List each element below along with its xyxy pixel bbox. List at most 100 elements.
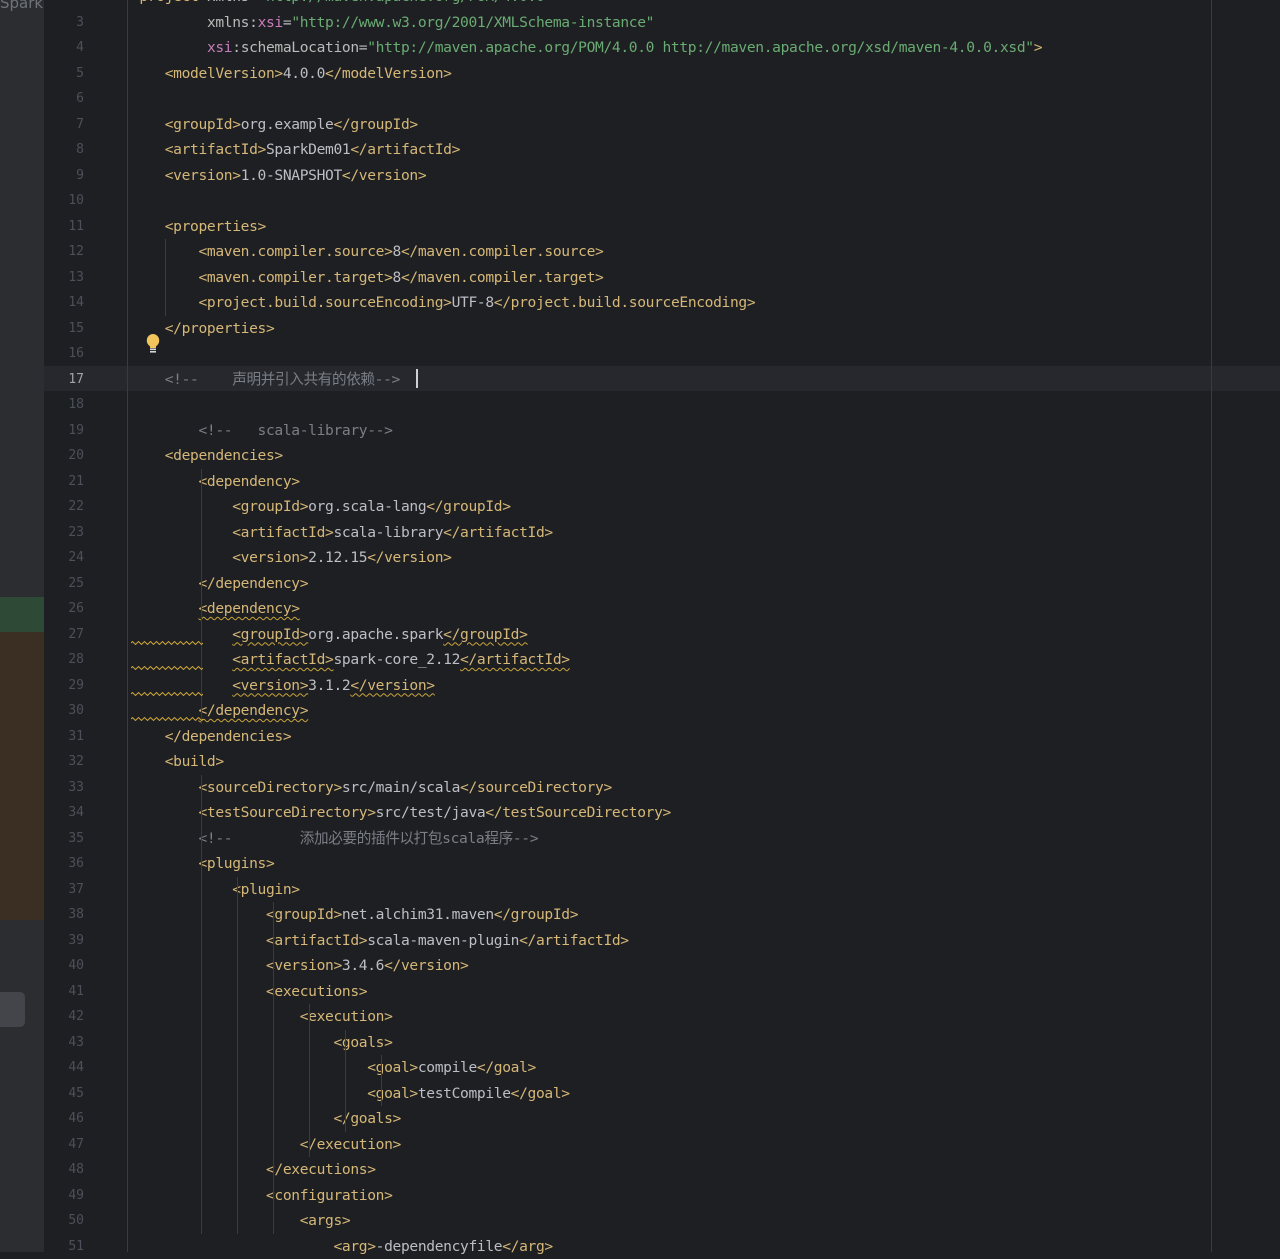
line-number[interactable]: 5 — [44, 61, 84, 86]
line-number[interactable]: 41 — [44, 979, 84, 1004]
line-number[interactable]: 9 — [44, 163, 84, 188]
code-line[interactable]: <dependencies> — [131, 443, 283, 468]
code-token: </execution> — [299, 1135, 402, 1153]
line-number[interactable]: 20 — [44, 443, 84, 468]
line-number[interactable]: 4 — [44, 35, 84, 60]
code-line[interactable]: <properties> — [131, 214, 267, 239]
code-line[interactable]: <dependency> — [131, 596, 301, 621]
line-number[interactable]: 34 — [44, 800, 84, 825]
code-token: <dependencies> — [164, 447, 283, 464]
line-number[interactable]: 21 — [44, 469, 84, 494]
line-number[interactable]: 43 — [44, 1030, 84, 1055]
code-token: <artifactId> — [232, 523, 334, 541]
code-token: </maven.compiler.target> — [400, 268, 604, 286]
code-line[interactable]: <plugins> — [131, 851, 275, 876]
line-number[interactable]: 23 — [44, 520, 84, 545]
code-line[interactable]: <!-- scala-library--> — [131, 418, 393, 443]
line-number[interactable]: 36 — [44, 851, 84, 876]
code-line[interactable]: <maven.compiler.target>8</maven.compiler… — [131, 265, 604, 290]
line-number[interactable]: 30 — [44, 698, 84, 723]
line-number[interactable]: 13 — [44, 265, 84, 290]
line-number[interactable]: 16 — [44, 341, 84, 366]
line-number[interactable]: 3 — [44, 10, 84, 35]
code-line[interactable]: <goals> — [131, 1030, 392, 1055]
line-number[interactable]: 51 — [44, 1234, 84, 1259]
intention-bulb-icon[interactable] — [145, 333, 161, 355]
line-number[interactable]: 8 — [44, 137, 84, 162]
code-line[interactable]: </goals> — [131, 1106, 401, 1131]
line-number[interactable]: 17 — [44, 367, 84, 392]
line-number[interactable]: 47 — [44, 1132, 84, 1157]
line-number[interactable]: 26 — [44, 596, 84, 621]
code-line[interactable]: <maven.compiler.source>8</maven.compiler… — [131, 239, 604, 264]
line-number[interactable]: 32 — [44, 749, 84, 774]
code-line[interactable]: <goal>compile</goal> — [131, 1055, 536, 1080]
code-line[interactable]: xmlns:xsi="http://www.w3.org/2001/XMLSch… — [131, 10, 654, 35]
code-line[interactable]: <artifactId>scala-maven-plugin</artifact… — [131, 928, 629, 953]
code-line[interactable]: <arg>-dependencyfile</arg> — [131, 1234, 553, 1259]
code-line[interactable]: <version>1.0-SNAPSHOT</version> — [131, 163, 427, 188]
code-line[interactable]: </dependency> — [131, 571, 309, 596]
code-line[interactable]: <dependency> — [131, 469, 301, 494]
line-number[interactable]: 7 — [44, 112, 84, 137]
line-number[interactable]: 39 — [44, 928, 84, 953]
line-number[interactable]: 46 — [44, 1106, 84, 1131]
code-line[interactable]: <goal>testCompile</goal> — [131, 1081, 570, 1106]
code-line[interactable]: <!-- 添加必要的插件以打包scala程序--> — [131, 826, 539, 851]
line-number[interactable]: 44 — [44, 1055, 84, 1080]
code-line[interactable]: <executions> — [131, 979, 368, 1004]
line-number[interactable]: 49 — [44, 1183, 84, 1208]
code-line[interactable]: <artifactId>scala-library</artifactId> — [131, 520, 553, 545]
line-number[interactable]: 31 — [44, 724, 84, 749]
line-number[interactable]: 14 — [44, 290, 84, 315]
code-line[interactable]: <project.build.sourceEncoding>UTF-8</pro… — [131, 290, 756, 315]
line-number[interactable]: 33 — [44, 775, 84, 800]
code-line[interactable]: <version>3.4.6</version> — [131, 953, 469, 978]
line-number[interactable]: 24 — [44, 545, 84, 570]
code-line[interactable]: <configuration> — [131, 1183, 393, 1208]
line-number[interactable]: 19 — [44, 418, 84, 443]
line-number[interactable]: 37 — [44, 877, 84, 902]
code-line[interactable]: <build> — [131, 749, 224, 774]
code-line[interactable]: <groupId>net.alchim31.maven</groupId> — [131, 902, 579, 927]
code-line[interactable]: </execution> — [131, 1132, 402, 1157]
code-line[interactable]: <testSourceDirectory>src/test/java</test… — [131, 800, 672, 825]
line-number[interactable]: 38 — [44, 902, 84, 927]
code-line[interactable]: <groupId>org.scala-lang</groupId> — [131, 494, 511, 519]
line-number[interactable]: 22 — [44, 494, 84, 519]
line-number[interactable]: 6 — [44, 86, 84, 111]
line-number[interactable]: 11 — [44, 214, 84, 239]
line-number[interactable]: 42 — [44, 1004, 84, 1029]
line-number[interactable]: 40 — [44, 953, 84, 978]
code-line[interactable]: <artifactId>SparkDem01</artifactId> — [131, 137, 461, 162]
code-line[interactable]: </dependencies> — [131, 724, 292, 749]
line-number[interactable]: 48 — [44, 1157, 84, 1182]
code-line[interactable]: <sourceDirectory>src/main/scala</sourceD… — [131, 775, 613, 800]
line-number[interactable]: 50 — [44, 1208, 84, 1233]
line-number[interactable]: 18 — [44, 392, 84, 417]
line-number[interactable]: 28 — [44, 647, 84, 672]
code-line[interactable]: <execution> — [131, 1004, 393, 1029]
line-number[interactable]: 25 — [44, 571, 84, 596]
line-number[interactable]: 2 — [44, 0, 84, 9]
tree-selected-item[interactable] — [0, 992, 25, 1027]
line-number[interactable]: 35 — [44, 826, 84, 851]
code-line[interactable]: <plugin> — [131, 877, 300, 902]
code-line[interactable]: <groupId>org.example</groupId> — [131, 112, 418, 137]
code-line[interactable]: <version>2.12.15</version> — [131, 545, 452, 570]
line-number[interactable]: 29 — [44, 673, 84, 698]
line-number[interactable]: 45 — [44, 1081, 84, 1106]
code-line[interactable]: <args> — [131, 1208, 351, 1233]
code-line[interactable]: <!-- 声明并引入共有的依赖--> — [131, 367, 401, 392]
code-line[interactable]: xsi:schemaLocation="http://maven.apache.… — [131, 35, 1043, 60]
line-number[interactable]: 10 — [44, 188, 84, 213]
line-number[interactable]: 12 — [44, 239, 84, 264]
code-line[interactable]: <modelVersion>4.0.0</modelVersion> — [131, 61, 452, 86]
code-line[interactable]: </executions> — [131, 1157, 376, 1182]
line-number[interactable]: 27 — [44, 622, 84, 647]
line-number[interactable]: 15 — [44, 316, 84, 341]
code-line[interactable]: <project xmlns="http://maven.apache.org/… — [131, 0, 553, 9]
